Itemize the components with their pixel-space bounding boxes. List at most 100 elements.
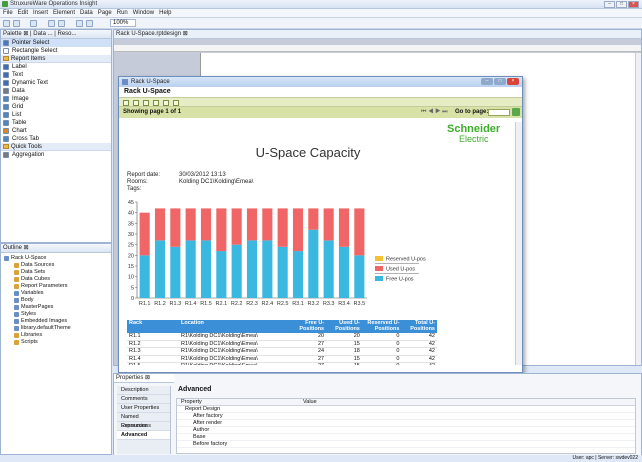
menu-edit[interactable]: Edit — [18, 9, 28, 18]
tree-item-masterpages[interactable]: MasterPages — [1, 304, 111, 311]
palette-item-dynamic-text[interactable]: Dynamic Text — [1, 79, 111, 87]
tree-item-libraries[interactable]: Libraries — [1, 332, 111, 339]
toc-icon[interactable] — [123, 100, 129, 106]
redo-icon[interactable] — [86, 20, 93, 27]
menu-help[interactable]: Help — [159, 9, 171, 18]
property-row[interactable]: After factory — [177, 413, 635, 420]
quick-tools-section[interactable]: Quick Tools — [1, 143, 111, 151]
tree-item-label: library.defaultTheme — [21, 325, 71, 331]
report-scrollbar[interactable] — [515, 122, 522, 365]
editor-scrollbar[interactable] — [635, 53, 641, 365]
maximize-icon[interactable]: □ — [616, 1, 627, 8]
property-row[interactable]: Author — [177, 427, 635, 434]
palette-item-table[interactable]: Table — [1, 119, 111, 127]
tree-item-report-parameters[interactable]: Report Parameters — [1, 283, 111, 290]
palette-item-chart[interactable]: Chart — [1, 127, 111, 135]
close-icon[interactable]: × — [507, 78, 519, 85]
menu-element[interactable]: Element — [53, 9, 75, 18]
palette-tabs[interactable]: Palette ⊠ | Data ... | Reso... — [1, 30, 111, 39]
node-icon — [14, 319, 19, 324]
tree-item-data-sets[interactable]: Data Sets — [1, 269, 111, 276]
table-cell: 42 — [401, 347, 437, 356]
goto-page-input[interactable] — [488, 109, 510, 116]
run-icon[interactable] — [30, 20, 37, 27]
menu-run[interactable]: Run — [117, 9, 128, 18]
window-title: StruxureWare Operations Insight — [10, 1, 98, 7]
property-row[interactable]: Before factory — [177, 441, 635, 448]
prop-tab-comments[interactable]: Comments — [117, 395, 170, 404]
save-icon[interactable] — [13, 20, 20, 27]
menu-bar: File Edit Insert Element Data Page Run Window He… — [0, 9, 642, 18]
print-icon[interactable] — [163, 100, 169, 106]
editor-tab[interactable]: Rack U-Space.rptdesign ⊠ — [114, 30, 641, 39]
tree-item-variables[interactable]: Variables — [1, 290, 111, 297]
minimize-icon[interactable]: – — [604, 1, 615, 8]
table-cell: R1\Kolding DC1\Kolding\Emea\ — [179, 333, 291, 341]
meta-label: Report date: — [127, 172, 161, 178]
bar-used-u-pos — [354, 208, 365, 256]
forward-icon[interactable] — [58, 20, 65, 27]
tree-root[interactable]: Rack U-Space — [1, 255, 111, 262]
export-report-icon[interactable] — [153, 100, 159, 106]
palette-item-text[interactable]: Text — [1, 71, 111, 79]
palette-item-aggregation[interactable]: Aggregation — [1, 151, 111, 159]
new-icon[interactable] — [3, 20, 10, 27]
palette-item-rectangle-select[interactable]: Rectangle Select — [1, 47, 111, 55]
outline-tab[interactable]: Outline ⊠ — [1, 244, 111, 253]
palette-item-cross-tab[interactable]: Cross Tab — [1, 135, 111, 143]
section-title: Advanced — [178, 386, 212, 393]
go-arrow-icon[interactable] — [512, 108, 520, 116]
palette-item-list[interactable]: List — [1, 111, 111, 119]
property-row[interactable]: Report Design — [177, 406, 635, 413]
tree-item-library-defaulttheme[interactable]: library.defaultTheme — [1, 325, 111, 332]
tree-item-body[interactable]: Body — [1, 297, 111, 304]
tree-item-label: Report Parameters — [21, 283, 68, 289]
palette-item-image[interactable]: Image — [1, 95, 111, 103]
prop-tab-description[interactable]: Description — [117, 386, 170, 395]
export-data-icon[interactable] — [143, 100, 149, 106]
maximize-icon[interactable]: □ — [494, 78, 506, 85]
tree-item-scripts[interactable]: Scripts — [1, 339, 111, 346]
menu-insert[interactable]: Insert — [33, 9, 48, 18]
property-label: Base — [193, 434, 206, 440]
table-cell: 42 — [401, 362, 437, 365]
prop-tab-named-expressions[interactable]: Named Expressions — [117, 413, 170, 429]
palette-item-pointer-select[interactable]: Pointer Select — [1, 39, 111, 47]
menu-window[interactable]: Window — [133, 9, 154, 18]
palette-item-label[interactable]: Label — [1, 63, 111, 71]
undo-icon[interactable] — [76, 20, 83, 27]
bar-used-u-pos — [262, 208, 273, 241]
prop-tab-user-properties[interactable]: User Properties — [117, 404, 170, 413]
menu-file[interactable]: File — [3, 9, 13, 18]
list-icon — [3, 112, 9, 118]
table-row: R1.5R1\Kolding DC1\Kolding\Emea\2715042 — [127, 362, 437, 365]
property-row[interactable]: After render — [177, 420, 635, 427]
palette-item-grid[interactable]: Grid — [1, 103, 111, 111]
menu-data[interactable]: Data — [80, 9, 93, 18]
palette-item-data[interactable]: Data — [1, 87, 111, 95]
prop-tab-resources[interactable]: Resources — [117, 422, 170, 431]
meta-value: 30/03/2012 13:13 — [179, 172, 226, 178]
properties-tab[interactable]: Properties ⊠ — [114, 374, 174, 383]
tree-item-data-sources[interactable]: Data Sources — [1, 262, 111, 269]
table-cell: 20 — [326, 333, 362, 341]
property-row[interactable]: Base — [177, 434, 635, 441]
item-label: Rectangle Select — [12, 48, 58, 54]
print-server-icon[interactable] — [173, 100, 179, 106]
parameters-icon[interactable] — [133, 100, 139, 106]
x-tick-label: R1.1 — [139, 301, 151, 306]
zoom-select[interactable]: 100% — [110, 19, 136, 27]
tree-item-embedded-images[interactable]: Embedded Images — [1, 318, 111, 325]
tree-item-data-cubes[interactable]: Data Cubes — [1, 276, 111, 283]
close-icon[interactable]: × — [628, 1, 639, 8]
preview-dialog: Rack U-Space – □ × Rack U-Space Showing … — [118, 76, 523, 373]
back-icon[interactable] — [48, 20, 55, 27]
nav-arrows-icon[interactable]: ⏮ ◀ ▶ ⏭ — [421, 107, 448, 118]
table-cell: 42 — [401, 340, 437, 348]
tree-item-styles[interactable]: Styles — [1, 311, 111, 318]
report-items-section[interactable]: Report Items — [1, 55, 111, 63]
bar-free-u-pos — [246, 240, 258, 298]
prop-tab-advanced[interactable]: Advanced — [117, 431, 170, 440]
menu-page[interactable]: Page — [98, 9, 112, 18]
minimize-icon[interactable]: – — [481, 78, 493, 85]
